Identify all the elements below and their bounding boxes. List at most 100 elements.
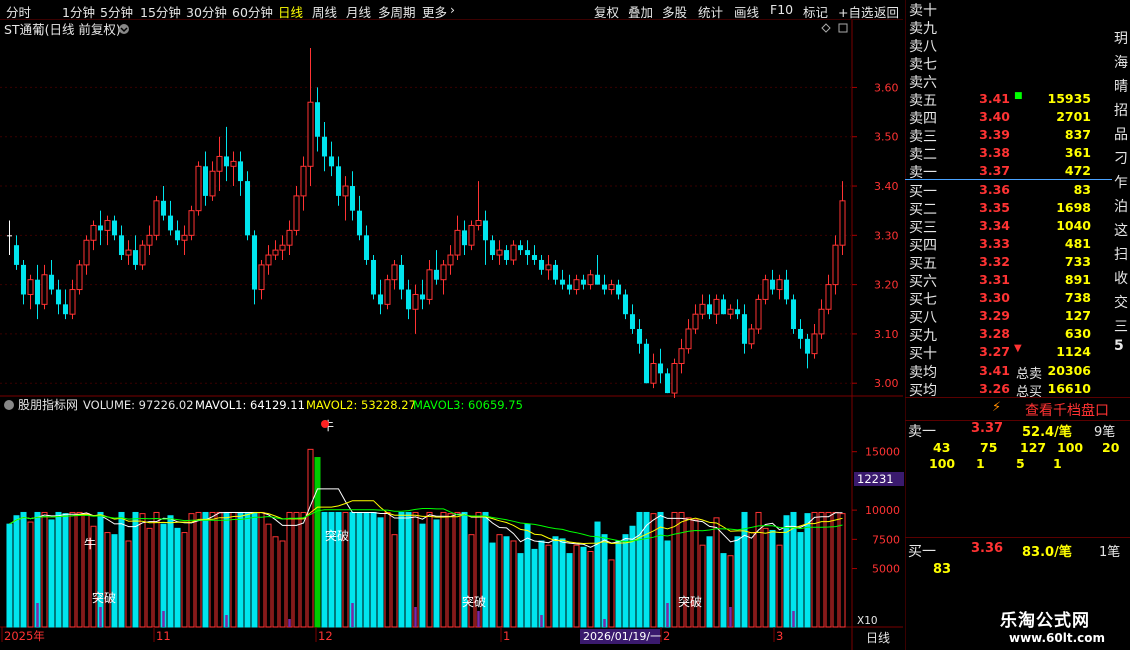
toolbar-action-1[interactable]: 叠加 (628, 2, 653, 21)
candle-body (20, 264, 27, 295)
bid-level-7[interactable]: 买七 3.30 738 (906, 289, 1130, 308)
period-tab-8[interactable]: 月线 (346, 2, 371, 21)
bid-level-1[interactable]: 买一 3.36 83 (906, 181, 1130, 200)
candle-body (832, 244, 839, 286)
signal-bar (792, 611, 795, 627)
ask-level-4-label: 卖四 (909, 111, 937, 127)
toolbar-action-0[interactable]: 复权 (594, 2, 619, 21)
signal-bar (99, 607, 102, 627)
price-tick-label: 3.00 (874, 377, 899, 390)
period-tab-9[interactable]: 多周期 (378, 2, 416, 21)
date-axis-label: 1 (503, 629, 510, 643)
cursor-date: 2026/01/19/一 (583, 630, 661, 643)
bid-level-9[interactable]: 买九 3.28 630 (906, 325, 1130, 344)
period-tab-3[interactable]: 15分钟 (140, 2, 181, 21)
ask-level-3[interactable]: 卖三 3.39 837 (906, 126, 1130, 145)
bid-level-9-label: 买九 (909, 328, 937, 344)
volume-bar (146, 527, 153, 628)
buy1-detail-price: 3.36 (971, 541, 1004, 556)
ask-level-8[interactable]: 卖八 (906, 36, 1130, 55)
ask-level-1[interactable]: 卖一 3.37 472 (906, 162, 1130, 181)
chevron-right-icon[interactable]: › (450, 2, 455, 17)
period-tab-6[interactable]: 日线 (278, 2, 303, 21)
ask-level-9-label: 卖九 (909, 21, 937, 37)
candle-body (405, 289, 412, 310)
date-axis-label: 2 (663, 629, 670, 643)
bid-level-10[interactable]: 买十 3.27 1124 ▼ (906, 343, 1130, 362)
toolbar-action-3[interactable]: 统计 (698, 2, 723, 21)
ask-level-4[interactable]: 卖四 3.40 2701 (906, 108, 1130, 127)
ask-level-2-volume: 361 (1064, 145, 1091, 160)
ask-level-7[interactable]: 卖七 (906, 54, 1130, 73)
kline-chart[interactable]: 3.60 3.50 3.40 3.30 3.20 3.10 3.00 ST通葡(日线 前复权)… (0, 20, 905, 650)
ask-level-6-label: 卖六 (909, 75, 937, 91)
candle-body (734, 309, 741, 315)
candle-body (258, 264, 265, 291)
candle-body (720, 299, 727, 315)
volume-bar (685, 517, 692, 628)
sell1-queue-item: 1 (1053, 456, 1062, 471)
candle-body (517, 245, 524, 251)
bid-level-4[interactable]: 买四 3.33 481 (906, 235, 1130, 254)
toolbar-action-5[interactable]: F10 (770, 2, 793, 17)
side-strip-char: 三 (1114, 319, 1128, 335)
sell1-queue-item: 75 (980, 440, 998, 455)
bid-level-3-volume: 1040 (1056, 218, 1091, 233)
volume-bar (111, 534, 118, 628)
ask-level-10[interactable]: 卖十 (906, 0, 1130, 19)
date-axis-label: 3 (776, 629, 783, 643)
candle-body (447, 254, 454, 266)
side-strip-char: 海 (1114, 55, 1128, 71)
volume-bar (580, 546, 587, 628)
bid-level-7-price: 3.30 (979, 290, 1010, 305)
candle-body (384, 279, 391, 305)
indicator-dropdown-icon (4, 400, 14, 410)
bid-level-5-label: 买五 (909, 256, 937, 272)
period-tab-2[interactable]: 5分钟 (100, 2, 133, 21)
ask-level-9[interactable]: 卖九 (906, 18, 1130, 37)
candle-body (468, 224, 475, 246)
toolbar-action-8[interactable]: 返回 (874, 2, 899, 21)
volume-bar (405, 511, 412, 628)
candle-body (342, 185, 349, 197)
ask-level-6[interactable]: 卖六 (906, 72, 1130, 91)
side-strip-char: 扫 (1114, 247, 1128, 263)
candle-body (769, 279, 776, 290)
qiandang-label[interactable]: 查看千档盘口 (1025, 400, 1109, 420)
ask-level-5[interactable]: 卖五 3.41 15935 ■ (906, 90, 1130, 109)
toolbar-action-7[interactable]: +自选 (838, 2, 873, 21)
qiandang-button[interactable]: ⚡ 查看千档盘口 (905, 399, 1130, 419)
period-tab-5[interactable]: 60分钟 (232, 2, 273, 21)
period-tab-0[interactable]: 分时 (6, 2, 31, 21)
bid-level-6[interactable]: 买六 3.31 891 (906, 271, 1130, 290)
candle-body (440, 264, 447, 281)
ask-level-2[interactable]: 卖二 3.38 361 (906, 144, 1130, 163)
volume-bar (41, 511, 48, 628)
candle-body (426, 269, 433, 300)
period-tab-10[interactable]: 更多 (422, 2, 447, 21)
ask-level-8-label: 卖八 (909, 39, 937, 55)
period-tab-7[interactable]: 周线 (312, 2, 337, 21)
ask-level-3-price: 3.39 (979, 127, 1010, 142)
ask-level-3-label: 卖三 (909, 129, 937, 145)
bid-level-8[interactable]: 买八 3.29 127 (906, 307, 1130, 326)
volume-bar (279, 540, 286, 628)
volume-bar (762, 527, 769, 628)
volume-bar (153, 511, 160, 628)
bid-level-5[interactable]: 买五 3.32 733 (906, 253, 1130, 272)
toolbar-action-2[interactable]: 多股 (662, 2, 687, 21)
candle-body (76, 264, 83, 291)
candle-body (356, 210, 363, 236)
toolbar-action-4[interactable]: 画线 (734, 2, 759, 21)
candle-body (139, 244, 146, 266)
period-tab-4[interactable]: 30分钟 (186, 2, 227, 21)
volume-bar (125, 540, 132, 628)
toolbar-action-6[interactable]: 标记 (803, 2, 828, 21)
indicator-name: 股朋指标网 (18, 397, 78, 412)
volume-bar (377, 517, 384, 628)
period-tab-1[interactable]: 1分钟 (62, 2, 95, 21)
side-strip-char: 交 (1114, 295, 1128, 311)
bid-level-3[interactable]: 买三 3.34 1040 (906, 217, 1130, 236)
candle-body (104, 220, 111, 231)
bid-level-2[interactable]: 买二 3.35 1698 (906, 199, 1130, 218)
